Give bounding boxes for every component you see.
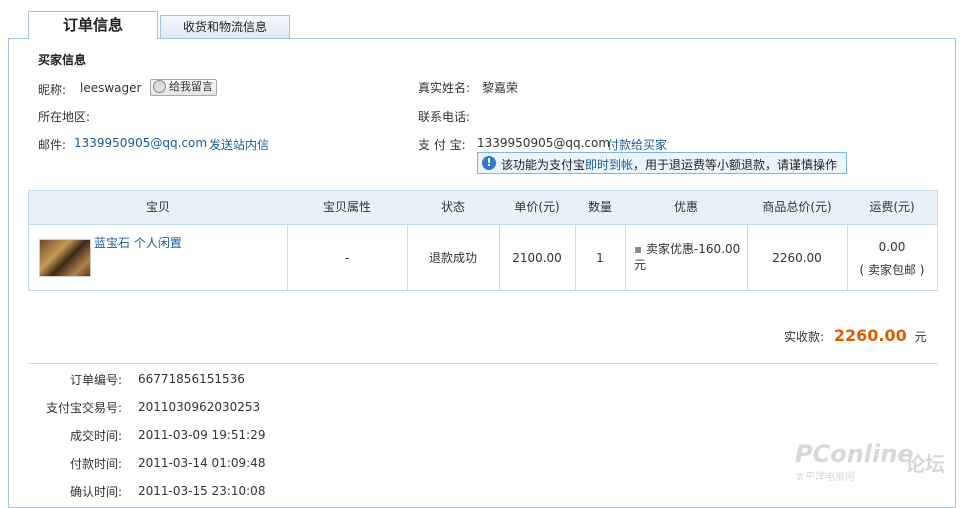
email-link[interactable]: 1339950905@qq.com — [74, 136, 207, 150]
phone-label: 联系电话: — [418, 110, 471, 124]
item-discount: ▪ 卖家优惠-160.00元 — [634, 242, 741, 272]
received-currency: 元 — [914, 330, 927, 344]
col-total: 商品总价(元) — [762, 200, 832, 214]
col-shipping: 运费(元) — [869, 200, 915, 214]
received-amount: 2260.00 — [833, 326, 907, 345]
alipay-trade-label: 支付宝交易号: — [45, 401, 122, 415]
watermark-sub: 太平洋电脑网 — [795, 472, 855, 483]
received-amount-row: 实收款: 2260.00 元 — [784, 326, 927, 345]
deal-time-value: 2011-03-09 19:51:29 — [138, 428, 266, 442]
tip-text: 该功能为支付宝即时到帐，用于退运费等小额退款，请谨慎操作 — [501, 158, 838, 172]
nickname-value: leeswager — [80, 81, 142, 95]
col-attribute: 宝贝属性 — [322, 200, 371, 214]
col-divider — [847, 224, 848, 290]
instant-transfer-tip: ! 该功能为支付宝即时到帐，用于退运费等小额退款，请谨慎操作 — [477, 152, 847, 174]
tab-order-info[interactable]: 订单信息 — [28, 11, 158, 39]
nickname-label: 昵称: — [38, 83, 67, 97]
item-total: 2260.00 — [772, 251, 822, 265]
items-table: 宝贝 宝贝属性 状态 单价(元) 数量 优惠 商品总价(元) 运费(元) 蓝宝石… — [28, 190, 938, 291]
item-title-link[interactable]: 蓝宝石 个人闲置 — [94, 234, 182, 251]
item-thumbnail[interactable] — [39, 239, 91, 277]
alipay-label: 支 付 宝: — [418, 138, 466, 152]
watermark-forum: 论坛 — [905, 452, 945, 476]
col-discount: 优惠 — [673, 200, 698, 214]
divider — [28, 363, 938, 364]
alipay-value: 1339950905@qq.com — [477, 136, 611, 150]
alipay-trade-value: 2011030962030253 — [138, 400, 261, 414]
info-icon: ! — [482, 156, 496, 170]
item-shipping: 0.00 — [878, 240, 906, 254]
tab-shipping-logistics[interactable]: 收货和物流信息 — [160, 15, 290, 38]
col-status: 状态 — [440, 200, 465, 214]
item-unit-price: 2100.00 — [512, 251, 562, 265]
watermark-logo: PConline — [795, 440, 914, 468]
instant-transfer-link[interactable]: 即时到帐 — [585, 158, 633, 172]
tab-bar: 订单信息 收货和物流信息 — [0, 0, 960, 39]
item-shipping-note: ( 卖家包邮 ) — [859, 263, 925, 277]
table-header: 宝贝 宝贝属性 状态 单价(元) 数量 优惠 商品总价(元) 运费(元) — [29, 191, 937, 225]
buyer-section-title: 买家信息 — [38, 53, 87, 67]
col-unit-price: 单价(元) — [514, 200, 560, 214]
realname-label: 真实姓名: — [418, 81, 471, 95]
item-quantity: 1 — [596, 251, 604, 265]
confirm-time-value: 2011-03-15 23:10:08 — [138, 484, 266, 498]
leave-message-button[interactable]: 给我留言 — [150, 79, 217, 96]
received-label: 实收款: — [784, 330, 825, 344]
order-number-label: 订单编号: — [69, 373, 122, 387]
col-quantity: 数量 — [587, 200, 612, 214]
col-divider — [625, 224, 626, 290]
pay-time-value: 2011-03-14 01:09:48 — [138, 456, 266, 470]
item-attribute: - — [344, 251, 350, 265]
deal-time-label: 成交时间: — [69, 429, 122, 443]
email-label: 邮件: — [38, 138, 67, 152]
confirm-time-label: 确认时间: — [69, 485, 122, 499]
region-label: 所在地区: — [38, 110, 91, 124]
item-status-link[interactable]: 退款成功 — [407, 249, 499, 266]
col-item: 宝贝 — [145, 200, 170, 214]
send-site-message-link[interactable]: 发送站内信 — [209, 136, 269, 153]
smiley-icon — [153, 80, 166, 93]
pay-time-label: 付款时间: — [69, 457, 122, 471]
order-number-value: 66771856151536 — [138, 372, 245, 386]
realname-value: 黎嘉荣 — [482, 81, 519, 95]
pay-buyer-link[interactable]: 付款给买家 — [607, 136, 667, 153]
leave-message-label: 给我留言 — [169, 80, 213, 93]
